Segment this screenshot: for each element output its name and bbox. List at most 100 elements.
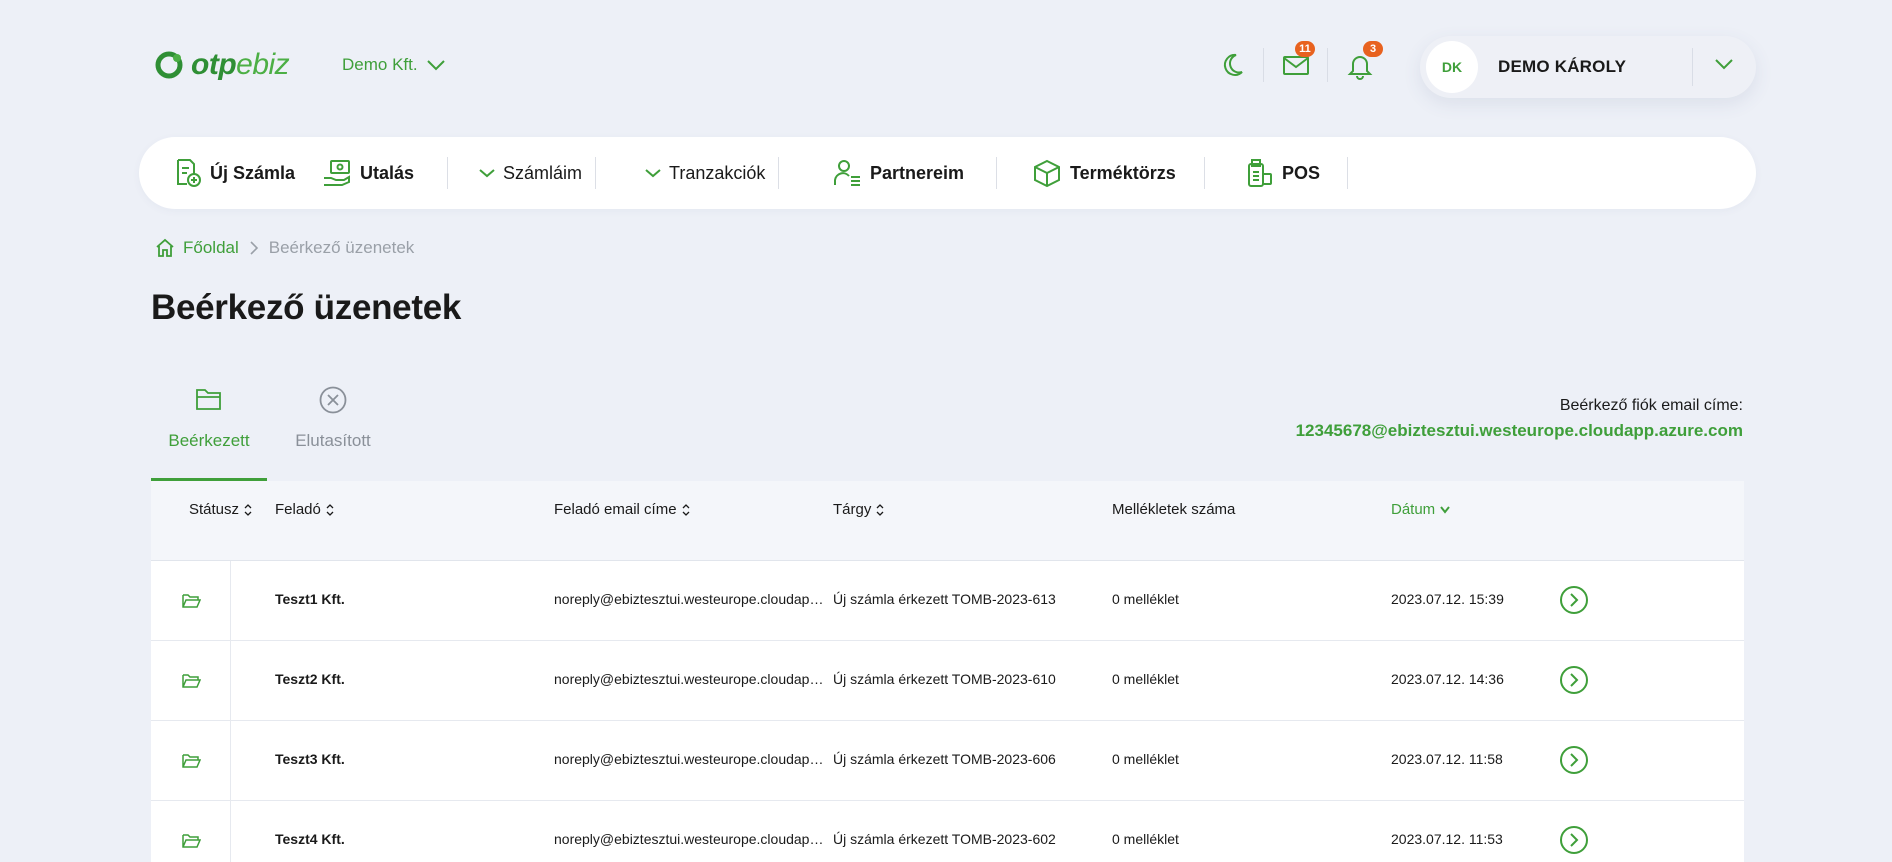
row-sender-email: noreply@ebiztesztui.westeurope.cloudapp.… [554,591,824,607]
open-message-arrow-icon[interactable] [1559,745,1589,775]
tab-received[interactable]: Beérkezett [151,385,267,451]
nav-label: Számláim [503,162,583,183]
inbox-address-block: Beérkező fiók email címe: 12345678@ebizt… [1296,397,1743,441]
nav-partners[interactable]: Partnereim [832,137,964,209]
table-header: Státusz Feladó Feladó email címe Tárgy M… [151,481,1744,561]
row-subject: Új számla érkezett TOMB-2023-613 [833,591,1056,607]
column-header-status[interactable]: Státusz [189,501,253,518]
folder-open-icon [181,673,201,688]
breadcrumb-home-label: Főoldal [183,238,239,257]
nav-label: POS [1282,162,1321,183]
open-message-arrow-icon[interactable] [1559,585,1589,615]
user-menu[interactable]: DK DEMO KÁROLY [1420,36,1756,98]
chevron-down-icon[interactable] [1714,58,1734,70]
folder-icon [196,389,221,410]
nav-transfer[interactable]: Utalás [322,137,414,209]
partners-icon [834,160,860,186]
status-cell [151,721,231,800]
sort-icon [876,503,884,516]
folder-open-icon [181,753,201,768]
row-subject: Új számla érkezett TOMB-2023-602 [833,831,1056,847]
messages-badge: 11 [1295,41,1315,57]
messages-table: Státusz Feladó Feladó email címe Tárgy M… [151,481,1744,862]
messages-button[interactable]: 11 [1281,41,1315,80]
table-row[interactable]: Teszt2 Kft. noreply@ebiztesztui.westeuro… [151,641,1744,721]
column-header-sender-email[interactable]: Feladó email címe [554,501,691,518]
tab-label: Elutasított [295,431,371,450]
chevron-down-icon [479,169,495,178]
tab-label: Beérkezett [168,431,250,450]
chevron-down-icon [426,60,445,71]
table-row[interactable]: Teszt4 Kft. noreply@ebiztesztui.westeuro… [151,801,1744,862]
row-sender: Teszt1 Kft. [275,591,345,607]
header-divider [1263,48,1264,82]
main-nav: Új Számla Utalás Számláim Tranzakciók Pa… [139,137,1756,209]
nav-label: Utalás [360,162,415,183]
notifications-badge: 3 [1363,41,1383,57]
column-header-sender[interactable]: Feladó [275,501,335,518]
logo-mark-icon [155,51,183,79]
column-header-subject[interactable]: Tárgy [833,501,885,518]
top-header: otpebiz Demo Kft. 11 3 DK DEMO KÁROLY [0,0,1892,130]
tab-rejected[interactable]: Elutasított [275,385,391,451]
row-attachments: 0 melléklet [1112,751,1179,767]
row-sender: Teszt3 Kft. [275,751,345,767]
nav-divider [1204,157,1205,189]
header-divider [1327,48,1328,82]
user-menu-divider [1692,48,1693,86]
table-row[interactable]: Teszt1 Kft. noreply@ebiztesztui.westeuro… [151,561,1744,641]
nav-divider [996,157,997,189]
status-cell [151,561,231,640]
notifications-button[interactable]: 3 [1345,41,1383,80]
row-attachments: 0 melléklet [1112,591,1179,607]
row-subject: Új számla érkezett TOMB-2023-606 [833,751,1056,767]
company-selector[interactable]: Demo Kft. [342,55,446,75]
column-header-attachments: Mellékletek száma [1112,501,1235,518]
folder-open-icon [181,593,201,608]
nav-transactions[interactable]: Tranzakciók [645,137,765,209]
nav-pos[interactable]: POS [1244,137,1320,209]
inbox-address-email[interactable]: 12345678@ebiztesztui.westeurope.cloudapp… [1296,421,1743,441]
logo-text: otpebiz [191,48,290,81]
inbox-address-label: Beérkező fiók email címe: [1559,397,1743,414]
sort-icon [682,503,690,516]
pos-terminal-icon [1248,159,1272,187]
open-message-arrow-icon[interactable] [1559,825,1589,855]
dark-mode-moon-icon[interactable] [1218,50,1248,80]
column-label: Dátum [1391,501,1436,518]
column-label: Mellékletek száma [1112,501,1236,518]
column-label: Feladó [275,501,321,518]
otpebiz-logo[interactable]: otpebiz [155,48,290,82]
column-header-date[interactable]: Dátum [1391,501,1451,518]
nav-new-invoice[interactable]: Új Számla [174,137,295,209]
nav-label: Tranzakciók [669,162,766,183]
breadcrumb-home[interactable]: Főoldal [155,238,239,258]
row-subject: Új számla érkezett TOMB-2023-610 [833,671,1056,687]
page-title: Beérkező üzenetek [151,288,462,327]
row-date: 2023.07.12. 14:36 [1391,671,1504,687]
nav-product-catalog[interactable]: Terméktörzs [1032,137,1176,209]
row-attachments: 0 melléklet [1112,831,1179,847]
nav-label: Új Számla [210,162,296,183]
column-label: Státusz [189,501,240,518]
row-date: 2023.07.12. 15:39 [1391,591,1504,607]
nav-my-invoices[interactable]: Számláim [479,137,582,209]
sort-icon [326,503,334,516]
open-message-arrow-icon[interactable] [1559,665,1589,695]
status-cell [151,641,231,720]
close-circle-icon [319,386,347,414]
column-label: Tárgy [833,501,872,518]
nav-divider [778,157,779,189]
row-sender-email: noreply@ebiztesztui.westeurope.cloudapp.… [554,751,824,767]
transfer-icon [324,160,350,186]
nav-label: Partnereim [870,162,965,183]
company-name: Demo Kft. [342,55,418,74]
sort-icon [244,503,252,516]
user-name: DEMO KÁROLY [1498,57,1627,76]
nav-divider [1347,157,1348,189]
home-icon [156,238,174,257]
row-attachments: 0 melléklet [1112,671,1179,687]
table-row[interactable]: Teszt3 Kft. noreply@ebiztesztui.westeuro… [151,721,1744,801]
row-sender-email: noreply@ebiztesztui.westeurope.cloudapp.… [554,671,824,687]
row-date: 2023.07.12. 11:58 [1391,751,1503,767]
